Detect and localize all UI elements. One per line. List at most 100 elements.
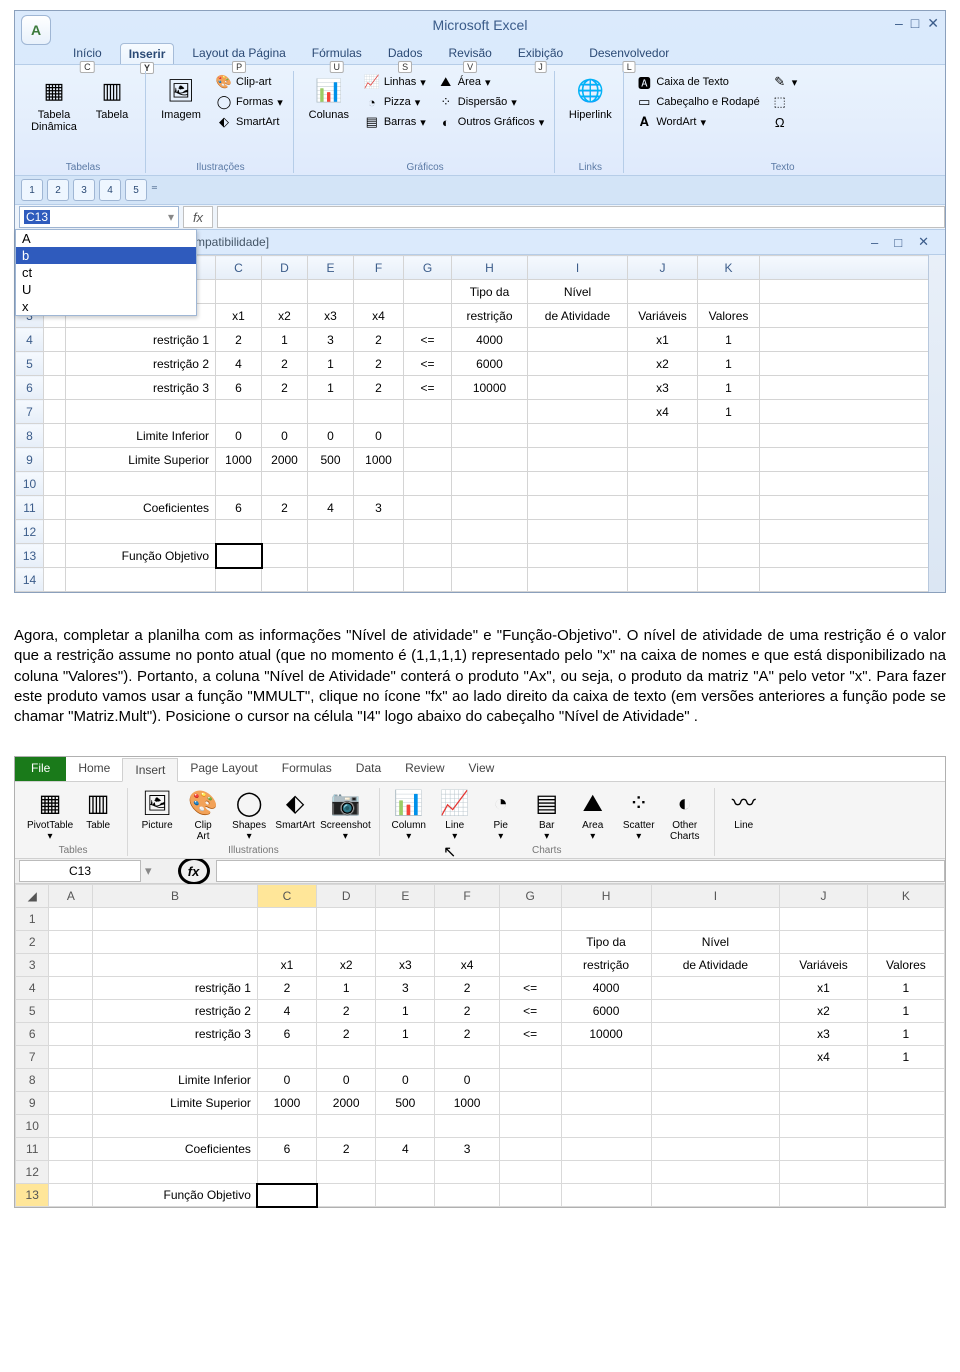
btn-column[interactable]: 📊Column▾ [388,788,430,842]
btn-dispersao[interactable]: ⁘Dispersão ▾ [434,93,549,111]
qat-btn-4[interactable]: 4 [99,179,121,201]
btn-colunas[interactable]: 📊 Colunas [302,73,356,123]
btn-tabela[interactable]: ▥ Tabela [85,73,139,123]
dropdown-item[interactable]: x [16,298,196,315]
table-row[interactable]: 12 [16,1161,945,1184]
formula-input[interactable] [217,206,945,228]
dropdown-item[interactable]: U [16,281,196,298]
tab-inserir[interactable]: InserirY [120,43,175,64]
qat-overflow-icon[interactable]: ⁼ [151,182,158,198]
table-row[interactable]: 6restrição 36212<=10000x31 [16,376,945,400]
tab-file[interactable]: File [15,757,66,781]
tab-view[interactable]: View [457,757,507,781]
table-row[interactable]: 12 [16,520,945,544]
btn-scatter[interactable]: ⁘Scatter▾ [618,788,660,842]
table-row[interactable]: 4restrição 12132<=4000x11 [16,977,945,1000]
name-box-2[interactable]: C13 [19,860,141,882]
table-row[interactable]: 13Função Objetivo [16,544,945,568]
btn-screenshot[interactable]: 📷Screenshot▾ [320,788,371,842]
qat-btn-5[interactable]: 5 [125,179,147,201]
tab-data[interactable]: Data [344,757,393,781]
qat-btn-2[interactable]: 2 [47,179,69,201]
btn-wordart[interactable]: 𝐀WordArt ▾ [632,113,763,131]
table-row[interactable]: 9Limite Superior100020005001000 [16,448,945,472]
btn-table-2[interactable]: ▥Table [77,788,119,842]
fx-button-circled[interactable]: fx [178,857,210,885]
child-maximize-icon[interactable]: □ [894,235,902,250]
tab-formulas-2[interactable]: Formulas [270,757,344,781]
tab-review[interactable]: Review [393,757,456,781]
table-row[interactable]: 4restrição 12132<=4000x11 [16,328,945,352]
btn-picture[interactable]: 🖼Picture [136,788,178,842]
minimize-icon[interactable]: – [895,15,903,32]
chevron-down-icon[interactable]: ▾ [168,210,174,224]
qat-btn-3[interactable]: 3 [73,179,95,201]
table-row[interactable]: 14 [16,568,945,592]
table-row[interactable]: 7x41 [16,400,945,424]
table-row[interactable]: 6restrição 36212<=10000x31 [16,1023,945,1046]
btn-pivottable[interactable]: ▦PivotTable▾ [27,788,73,842]
dropdown-item[interactable]: ct [16,264,196,281]
qat-btn-1[interactable]: 1 [21,179,43,201]
child-minimize-icon[interactable]: – [871,235,878,250]
btn-caixa-texto[interactable]: 🅰Caixa de Texto [632,73,763,91]
btn-smartart-2[interactable]: ⬖SmartArt [274,788,316,842]
btn-area[interactable]: ⛰Área ▾ [434,73,549,91]
btn-clipart-2[interactable]: 🎨Clip Art [182,788,224,842]
maximize-icon[interactable]: □ [911,15,919,32]
table-row[interactable]: 11Coeficientes6243 [16,496,945,520]
btn-hiperlink[interactable]: 🌐 Hiperlink [563,73,617,123]
table-row[interactable]: 10 [16,472,945,496]
btn-cabecalho-rodape[interactable]: ▭Cabeçalho e Rodapé [632,93,763,111]
btn-clipart[interactable]: 🎨Clip-art [212,73,287,91]
tab-home[interactable]: Home [66,757,122,781]
table-row[interactable]: 8Limite Inferior0000 [16,1069,945,1092]
tab-inicio[interactable]: InícioC [65,43,110,64]
table-row[interactable]: 5restrição 24212<=6000x21 [16,352,945,376]
name-box-dropdown[interactable]: A b ct U x [15,229,197,316]
btn-imagem[interactable]: 🖼 Imagem [154,73,208,123]
btn-pie[interactable]: ◔Pie▾ [480,788,522,842]
btn-outros-graficos[interactable]: ◐Outros Gráficos ▾ [434,113,549,131]
child-close-icon[interactable]: ✕ [918,234,929,250]
btn-linhas[interactable]: 📈Linhas ▾ [360,73,430,91]
btn-sig[interactable]: ✎▾ [768,73,802,91]
table-row[interactable]: 5restrição 24212<=6000x21 [16,1000,945,1023]
tab-dados[interactable]: DadosS [380,43,431,64]
btn-obj[interactable]: ⬚ [768,93,802,111]
tab-exibicao[interactable]: ExibiçãoJ [510,43,571,64]
btn-area-2[interactable]: ⛰Area▾ [572,788,614,842]
btn-bar[interactable]: ▤Bar▾ [526,788,568,842]
table-row[interactable]: 11Coeficientes6243 [16,1138,945,1161]
btn-other[interactable]: ◐Other Charts [664,788,706,842]
formula-input-2[interactable] [216,860,945,882]
close-icon[interactable]: ✕ [927,15,939,32]
fx-button[interactable]: fx [183,206,213,228]
btn-symbol[interactable]: Ω [768,113,802,131]
tab-desenvolvedor[interactable]: DesenvolvedorL [581,43,677,64]
btn-barras[interactable]: ▤Barras ▾ [360,113,430,131]
tab-layout[interactable]: Layout da PáginaP [184,43,293,64]
column-headers-2[interactable]: ◢ AB C DEF GHIJK [16,885,945,908]
table-row[interactable]: 9Limite Superior100020005001000 [16,1092,945,1115]
tab-revisao[interactable]: RevisãoV [441,43,500,64]
btn-smartart[interactable]: ⬖SmartArt [212,113,287,131]
table-row[interactable]: 13Função Objetivo [16,1184,945,1207]
btn-line[interactable]: 📈Line▾ [434,788,476,842]
btn-formas[interactable]: ◯Formas ▾ [212,93,287,111]
btn-tabela-dinamica[interactable]: ▦ Tabela Dinâmica [27,73,81,135]
table-row[interactable]: 10 [16,1115,945,1138]
dropdown-item[interactable]: b [16,247,196,264]
vertical-scrollbar[interactable] [928,255,945,592]
btn-sparkline-line[interactable]: 〰Line [723,788,765,842]
tab-page-layout[interactable]: Page Layout [178,757,269,781]
btn-shapes-2[interactable]: ◯Shapes▾ [228,788,270,842]
dropdown-item[interactable]: A [16,230,196,247]
tab-insert[interactable]: Insert [122,758,178,782]
name-box[interactable]: C13 ▾ A b ct U x [19,206,179,228]
tab-formulas[interactable]: FórmulasU [304,43,370,64]
btn-pizza[interactable]: ◔Pizza ▾ [360,93,430,111]
spreadsheet-grid-2[interactable]: ◢ AB C DEF GHIJK 1 2 Tipo daNível 3 x1x2… [15,884,945,1207]
office-button[interactable]: A [21,15,51,45]
table-row[interactable]: 8Limite Inferior0000 [16,424,945,448]
